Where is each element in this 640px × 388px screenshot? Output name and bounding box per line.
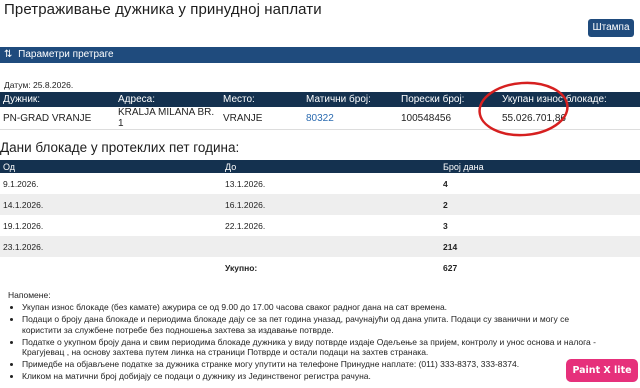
blockade-section-title: Дани блокаде у протеклих пет година: — [0, 140, 240, 155]
table-row: 19.1.2026. 22.1.2026. 3 — [0, 215, 640, 236]
debtor-table-header: Дужник: Адреса: Место: Матични број: Пор… — [0, 92, 640, 107]
total-days: 627 — [443, 262, 458, 273]
paint-x-lite-watermark: Paint X lite — [566, 359, 638, 382]
column-header-total-amount: Укупан износ блокаде: — [499, 92, 640, 107]
column-header-registry-number: Матични број: — [303, 92, 398, 107]
registry-number-cell: 80322 — [303, 107, 398, 130]
table-row: PN-GRAD VRANJE KRALJA MILANA BR. 1 VRANJ… — [0, 107, 640, 130]
note-item: Подаци о броју дана блокаде и периодима … — [22, 314, 608, 335]
total-row: Укупно: 627 — [0, 257, 640, 278]
date-line: Датум: 25.8.2026. — [4, 80, 74, 90]
period-days: 3 — [443, 220, 448, 231]
period-to — [222, 236, 440, 257]
period-from: 23.1.2026. — [0, 236, 222, 257]
period-from: 9.1.2026. — [3, 178, 39, 189]
debtor-address: KRALJA MILANA BR. 1 — [115, 107, 220, 130]
column-header-from: Од — [0, 160, 222, 173]
period-days: 2 — [440, 194, 640, 215]
registry-number-link[interactable]: 80322 — [306, 113, 334, 124]
note-item: Укупан износ блокаде (без камате) ажурир… — [22, 302, 608, 313]
period-days: 214 — [440, 236, 640, 257]
blockade-table-header: Од До Број дана — [0, 160, 640, 173]
column-header-debtor: Дужник: — [0, 92, 115, 107]
period-to: 13.1.2026. — [225, 178, 266, 189]
note-item: Кликом на матични број добијају се подац… — [22, 371, 608, 382]
page-title: Претраживање дужника у принудној наплати — [4, 1, 322, 18]
column-header-place: Место: — [220, 92, 303, 107]
notes-title: Напомене: — [8, 290, 51, 300]
column-header-days: Број дана — [440, 160, 640, 173]
period-to: 22.1.2026. — [225, 220, 266, 231]
total-amount: 55.026.701,86 — [499, 107, 640, 130]
search-parameters-toggle[interactable]: ⇅ Параметри претраге — [0, 47, 640, 63]
total-label: Укупно: — [225, 262, 258, 273]
notes-list: Укупан износ блокаде (без камате) ажурир… — [8, 302, 608, 382]
column-header-address: Адреса: — [115, 92, 220, 107]
blockade-table: Од До Број дана 9.1.2026. 13.1.2026. 4 1… — [0, 160, 640, 278]
period-days: 4 — [443, 178, 448, 189]
debtor-name: PN-GRAD VRANJE — [0, 107, 115, 130]
period-to: 16.1.2026. — [222, 194, 440, 215]
period-from: 19.1.2026. — [3, 220, 44, 231]
sort-icon: ⇅ — [4, 49, 13, 60]
table-row: 23.1.2026. 214 — [0, 236, 640, 257]
table-row: 9.1.2026. 13.1.2026. 4 — [0, 173, 640, 194]
note-item: Примедбе на објављене податке за дужника… — [22, 359, 608, 370]
column-header-tax-number: Порески број: — [398, 92, 499, 107]
table-row: 14.1.2026. 16.1.2026. 2 — [0, 194, 640, 215]
debtor-table: Дужник: Адреса: Место: Матични број: Пор… — [0, 92, 640, 130]
search-parameters-label: Параметри претраге — [18, 49, 114, 60]
debtor-place: VRANJE — [220, 107, 303, 130]
note-item: Податке о укупном броју дана и свим пери… — [22, 337, 608, 358]
column-header-to: До — [222, 160, 440, 173]
tax-number: 100548456 — [398, 107, 499, 130]
notes-section: Напомене: Укупан износ блокаде (без кама… — [8, 290, 608, 383]
print-button[interactable]: Штампа — [588, 19, 634, 37]
period-from: 14.1.2026. — [0, 194, 222, 215]
